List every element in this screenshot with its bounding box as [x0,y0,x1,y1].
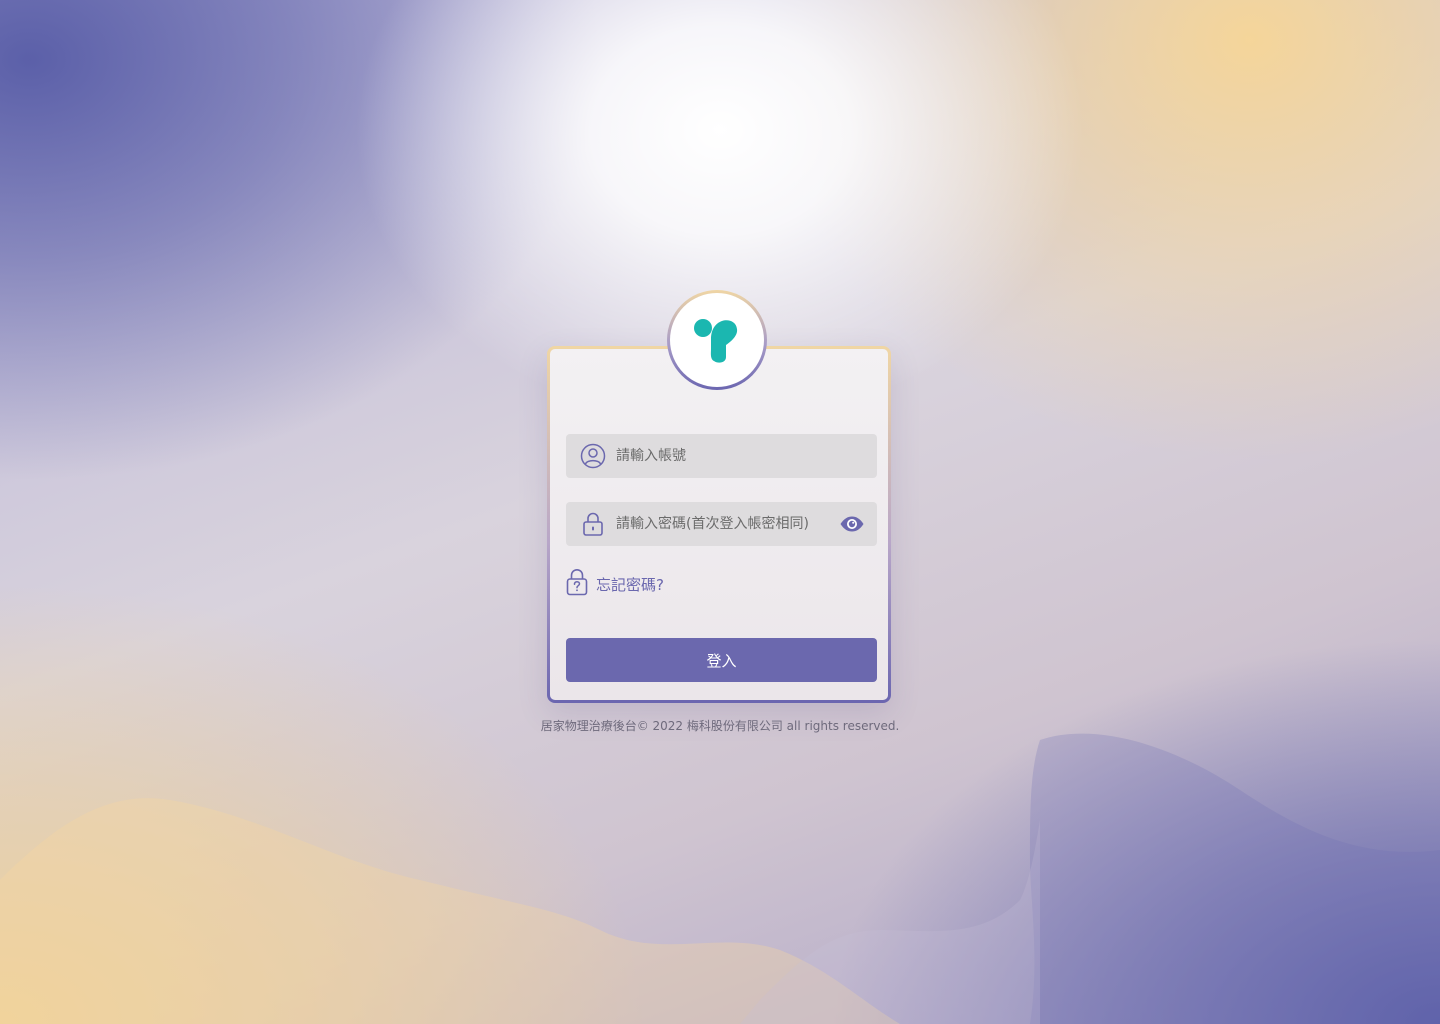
forgot-password-link[interactable]: 忘記密碼? [566,568,664,600]
footer-copyright: 居家物理治療後台© 2022 梅科股份有限公司 all rights reser… [540,719,900,733]
account-input[interactable] [616,434,877,478]
lock-icon [580,511,606,537]
password-input[interactable] [616,502,839,546]
logo-inner [670,293,764,387]
logo-badge [667,290,767,390]
password-field[interactable] [566,502,877,546]
login-button[interactable]: 登入 [566,638,877,682]
user-circle-icon [580,443,606,469]
account-field[interactable] [566,434,877,478]
teal-y-logo-icon [694,319,738,363]
eye-icon[interactable] [839,511,865,537]
lock-question-icon [566,568,588,600]
forgot-password-label: 忘記密碼? [596,575,664,594]
